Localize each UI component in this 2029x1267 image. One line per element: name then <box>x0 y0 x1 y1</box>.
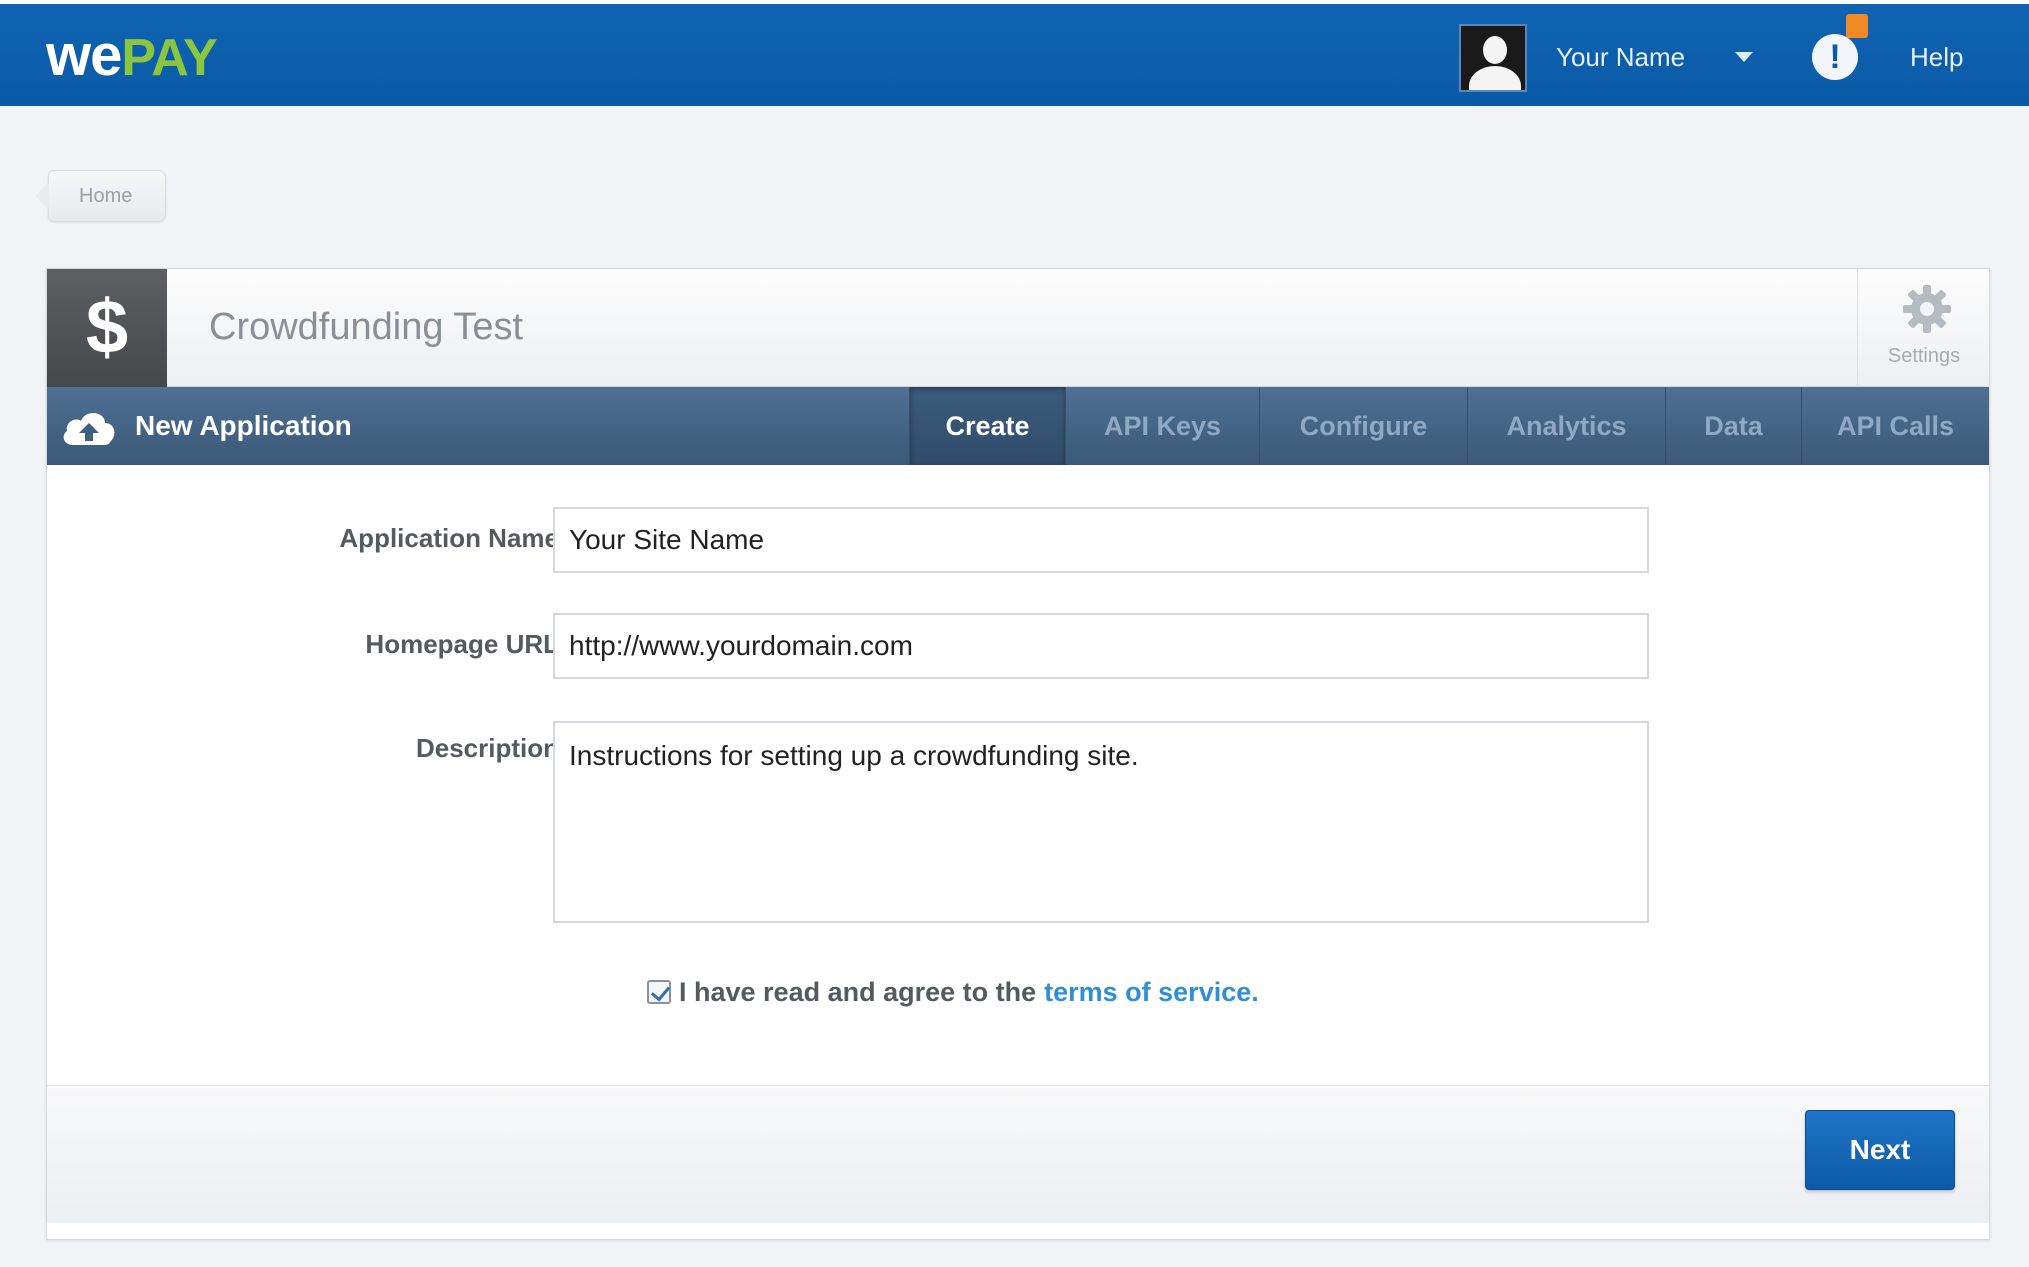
tab-api-calls[interactable]: API Calls <box>1801 387 1989 465</box>
breadcrumb: Home <box>35 170 166 222</box>
tos-period: . <box>1251 976 1259 1007</box>
homepage-url-input[interactable] <box>553 613 1649 679</box>
nav-title: New Application <box>135 410 352 441</box>
app-title: Crowdfunding Test <box>209 306 524 348</box>
settings-button[interactable]: Settings <box>1857 269 1989 387</box>
nav-strip: New Application Create API Keys Configur… <box>47 387 1989 465</box>
application-panel: $ Crowdfunding Test Settings New Applica… <box>46 268 1990 1240</box>
notification-badge <box>1846 14 1868 38</box>
avatar-head <box>1483 36 1507 64</box>
breadcrumb-home[interactable]: Home <box>79 185 132 208</box>
tab-api-keys[interactable]: API Keys <box>1065 387 1259 465</box>
homepage-url-label: Homepage URL <box>365 629 559 659</box>
avatar-icon[interactable] <box>1459 24 1527 92</box>
chevron-down-icon[interactable] <box>1735 52 1753 62</box>
settings-label: Settings <box>1887 345 1961 367</box>
tos-text: I have read and agree to the <box>679 976 1037 1007</box>
tab-configure[interactable]: Configure <box>1259 387 1467 465</box>
avatar-body <box>1469 66 1521 90</box>
next-button[interactable]: Next <box>1805 1110 1955 1190</box>
cloud-upload-icon <box>63 412 115 445</box>
tab-analytics[interactable]: Analytics <box>1467 387 1665 465</box>
tab-data[interactable]: Data <box>1665 387 1801 465</box>
alert-icon[interactable]: ! <box>1812 34 1858 80</box>
terms-of-service-link[interactable]: terms of service <box>1044 977 1251 1008</box>
gear-icon <box>1903 285 1951 333</box>
user-name-menu[interactable]: Your Name <box>1556 40 1685 74</box>
help-link[interactable]: Help <box>1910 40 1963 74</box>
top-bar: wePAY Your Name ! Help <box>0 0 2029 106</box>
logo-we: we <box>46 23 122 88</box>
checkbox-checked-icon[interactable] <box>647 980 671 1004</box>
tos-row: I have read and agree to the terms of se… <box>647 975 1259 1009</box>
tab-create[interactable]: Create <box>909 387 1065 465</box>
description-label: Description <box>415 733 559 763</box>
wepay-logo[interactable]: wePAY <box>46 23 218 88</box>
panel-header: $ Crowdfunding Test Settings <box>47 269 1989 387</box>
app-name-input[interactable] <box>553 507 1649 573</box>
app-name-label: Application Name <box>339 523 559 553</box>
dollar-icon: $ <box>47 269 167 387</box>
tab-bar: Create API Keys Configure Analytics Data… <box>909 387 1989 465</box>
panel-footer: Next <box>47 1085 1989 1223</box>
logo-pay: PAY <box>121 29 217 87</box>
description-textarea[interactable]: Instructions for setting up a crowdfundi… <box>553 721 1649 923</box>
